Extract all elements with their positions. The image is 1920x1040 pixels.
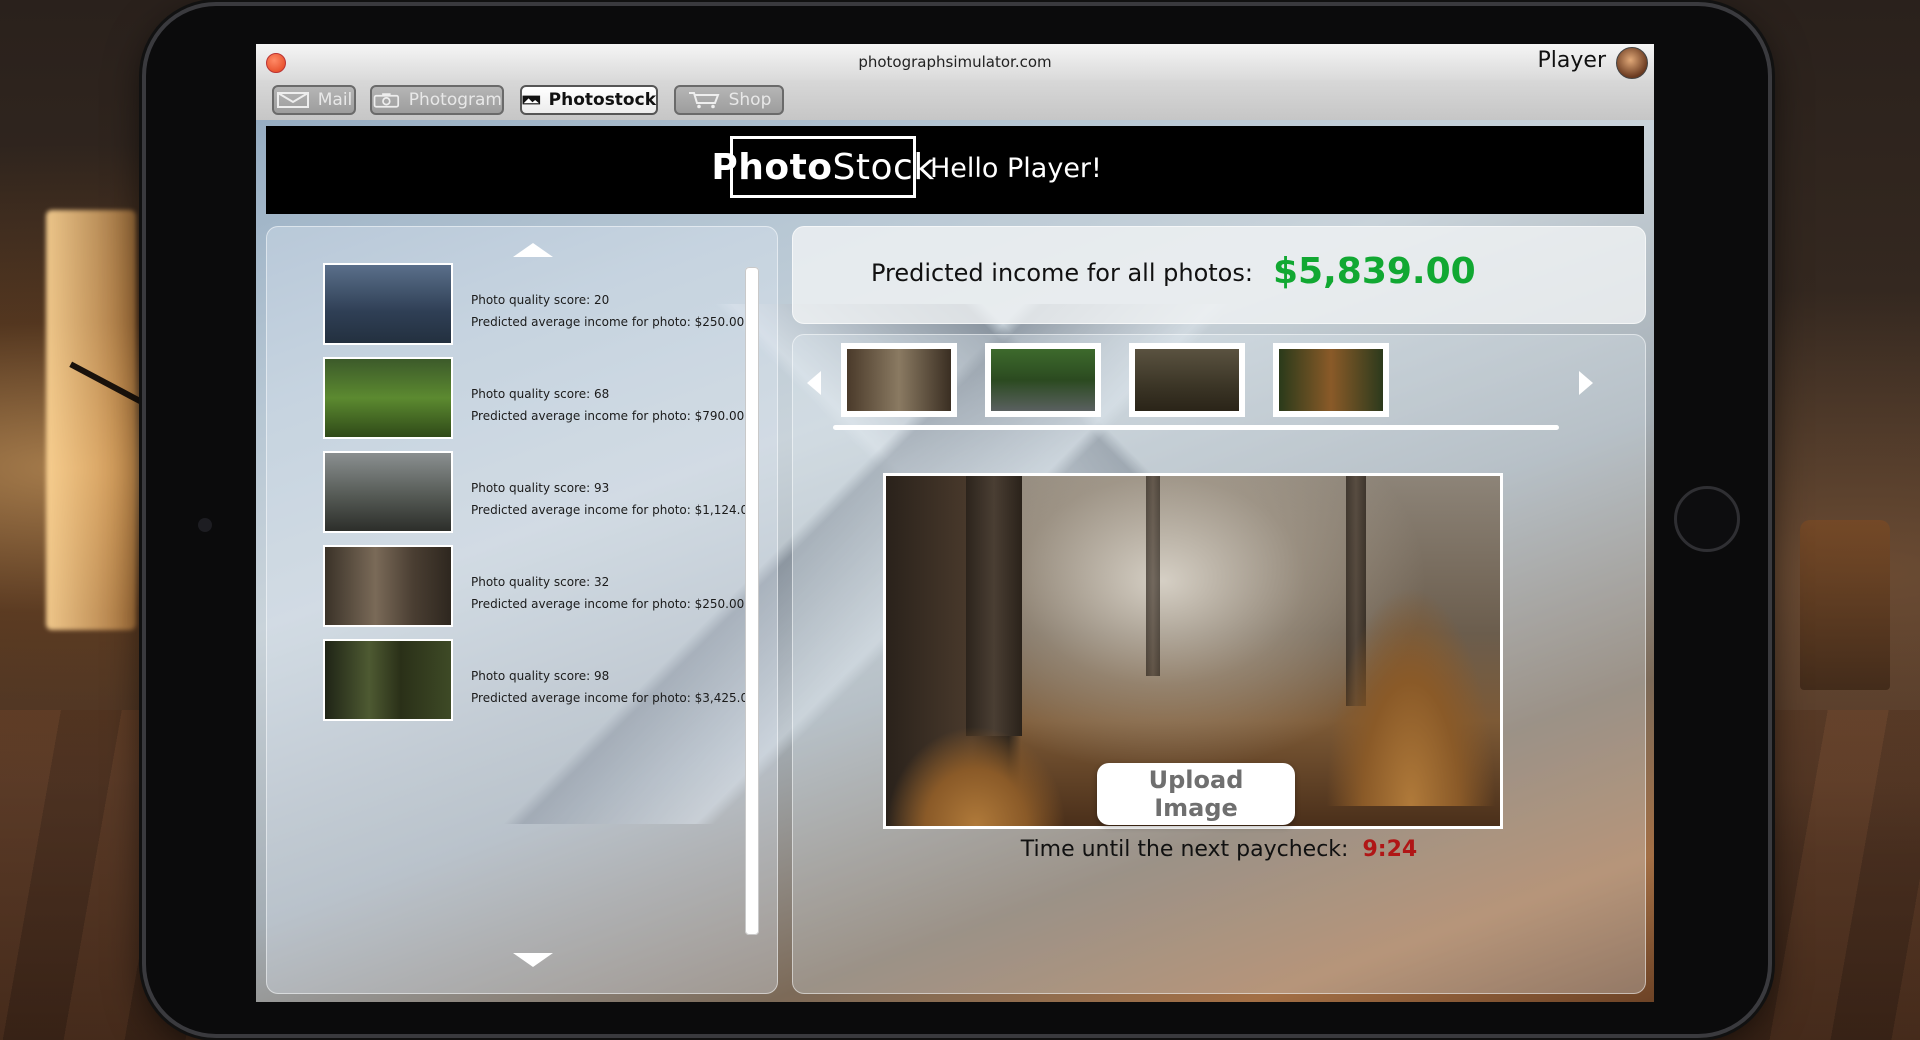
tab-label: Photostock <box>548 90 656 110</box>
list-item[interactable]: Photo quality score: 32 Predicted averag… <box>323 545 744 639</box>
photo-score: Photo quality score: 98 <box>471 669 610 683</box>
photo-info: Photo quality score: 68 Predicted averag… <box>471 383 744 427</box>
paycheck-time: 9:24 <box>1362 837 1418 862</box>
tab-mail[interactable]: Mail <box>272 85 356 115</box>
avatar[interactable] <box>1616 47 1648 79</box>
tab-label: Shop <box>728 90 772 110</box>
carousel-next-icon[interactable] <box>1579 371 1593 395</box>
photo-info: Photo quality score: 20 Predicted averag… <box>471 289 744 333</box>
gallery-panel: Upload Image Time until the next paychec… <box>792 334 1646 994</box>
browser-url: photographsimulator.com <box>858 53 1052 71</box>
tab-label: Mail <box>317 90 353 110</box>
list-item[interactable]: Photo quality score: 93 Predicted averag… <box>323 451 756 545</box>
tree-trunk <box>966 476 1022 736</box>
photo-list: Photo quality score: 20 Predicted averag… <box>323 263 756 733</box>
income-value: $5,839.00 <box>1273 251 1476 292</box>
income-label: Predicted income for all photos: <box>871 259 1253 287</box>
image-icon <box>522 95 541 105</box>
photo-score: Photo quality score: 68 <box>471 387 610 401</box>
photo-list-scrollbar[interactable] <box>745 267 759 935</box>
carousel-thumbnail[interactable] <box>1129 343 1245 417</box>
photo-info: Photo quality score: 32 Predicted averag… <box>471 571 744 615</box>
mail-icon <box>276 92 309 108</box>
photo-score: Photo quality score: 32 <box>471 575 610 589</box>
browser-bar: photographsimulator.com Player <box>256 44 1654 81</box>
player-name: Player <box>1537 48 1606 73</box>
photo-score: Photo quality score: 20 <box>471 293 610 307</box>
logo-bold: Photo <box>711 146 833 188</box>
photo-thumbnail[interactable] <box>323 357 453 439</box>
cart-icon <box>688 92 720 109</box>
scroll-down-icon[interactable] <box>513 953 553 967</box>
logo-thin: Stock <box>832 146 935 188</box>
photostock-logo[interactable]: Photo Stock <box>711 136 934 198</box>
studio-softbox <box>46 210 136 630</box>
paycheck-timer: Time until the next paycheck: 9:24 <box>793 837 1645 862</box>
list-item[interactable]: Photo quality score: 98 Predicted averag… <box>323 639 756 733</box>
photo-info: Photo quality score: 93 Predicted averag… <box>471 477 756 521</box>
photo-income: Predicted average income for photo: $790… <box>471 409 745 423</box>
upload-image-button[interactable]: Upload Image <box>1097 763 1295 825</box>
tree-trunk <box>1146 476 1160 676</box>
tripod-camera <box>1800 520 1890 690</box>
photo-list-panel: Photo quality score: 20 Predicted averag… <box>266 226 778 994</box>
greeting-text: Hello Player! <box>930 153 1102 184</box>
tablet-device: photographsimulator.com Player Mail Phot… <box>146 6 1768 1034</box>
carousel-thumbnail[interactable] <box>1273 343 1389 417</box>
photo-info: Photo quality score: 98 Predicted averag… <box>471 665 756 709</box>
tab-photostock[interactable]: Photostock <box>520 85 658 115</box>
photo-thumbnail[interactable] <box>323 451 453 533</box>
photo-score: Photo quality score: 93 <box>471 481 610 495</box>
photo-thumbnail[interactable] <box>323 545 453 627</box>
camera-icon <box>373 93 400 108</box>
photo-income: Predicted average income for photo: $250… <box>471 315 745 329</box>
photo-income: Predicted average income for photo: $1,1… <box>471 503 756 517</box>
photo-income: Predicted average income for photo: $250… <box>471 597 745 611</box>
carousel-thumbnail[interactable] <box>985 343 1101 417</box>
photo-income: Predicted average income for photo: $3,4… <box>471 691 756 705</box>
fern-plant <box>1326 586 1496 806</box>
list-item[interactable]: Photo quality score: 20 Predicted averag… <box>323 263 744 357</box>
carousel-prev-icon[interactable] <box>807 371 821 395</box>
tab-shop[interactable]: Shop <box>674 85 784 115</box>
fern-plant <box>886 726 1066 826</box>
tab-photogram[interactable]: Photogram <box>370 85 504 115</box>
site-header: Photo Stock Hello Player! <box>266 126 1644 214</box>
list-item[interactable]: Photo quality score: 68 Predicted averag… <box>323 357 744 451</box>
tab-label: Photogram <box>408 90 502 110</box>
tab-row: Mail Photogram Photostock Shop <box>256 80 1654 120</box>
tablet-camera <box>198 518 212 532</box>
carousel-thumbnail[interactable] <box>841 343 957 417</box>
photo-thumbnail[interactable] <box>323 263 453 345</box>
paycheck-label: Time until the next paycheck: <box>1020 837 1349 862</box>
tablet-screen: photographsimulator.com Player Mail Phot… <box>256 44 1654 1002</box>
tablet-home-button[interactable] <box>1674 486 1740 552</box>
scroll-up-icon[interactable] <box>513 243 553 257</box>
photo-thumbnail[interactable] <box>323 639 453 721</box>
carousel-track[interactable] <box>833 425 1559 430</box>
income-panel: Predicted income for all photos: $5,839.… <box>792 226 1646 324</box>
